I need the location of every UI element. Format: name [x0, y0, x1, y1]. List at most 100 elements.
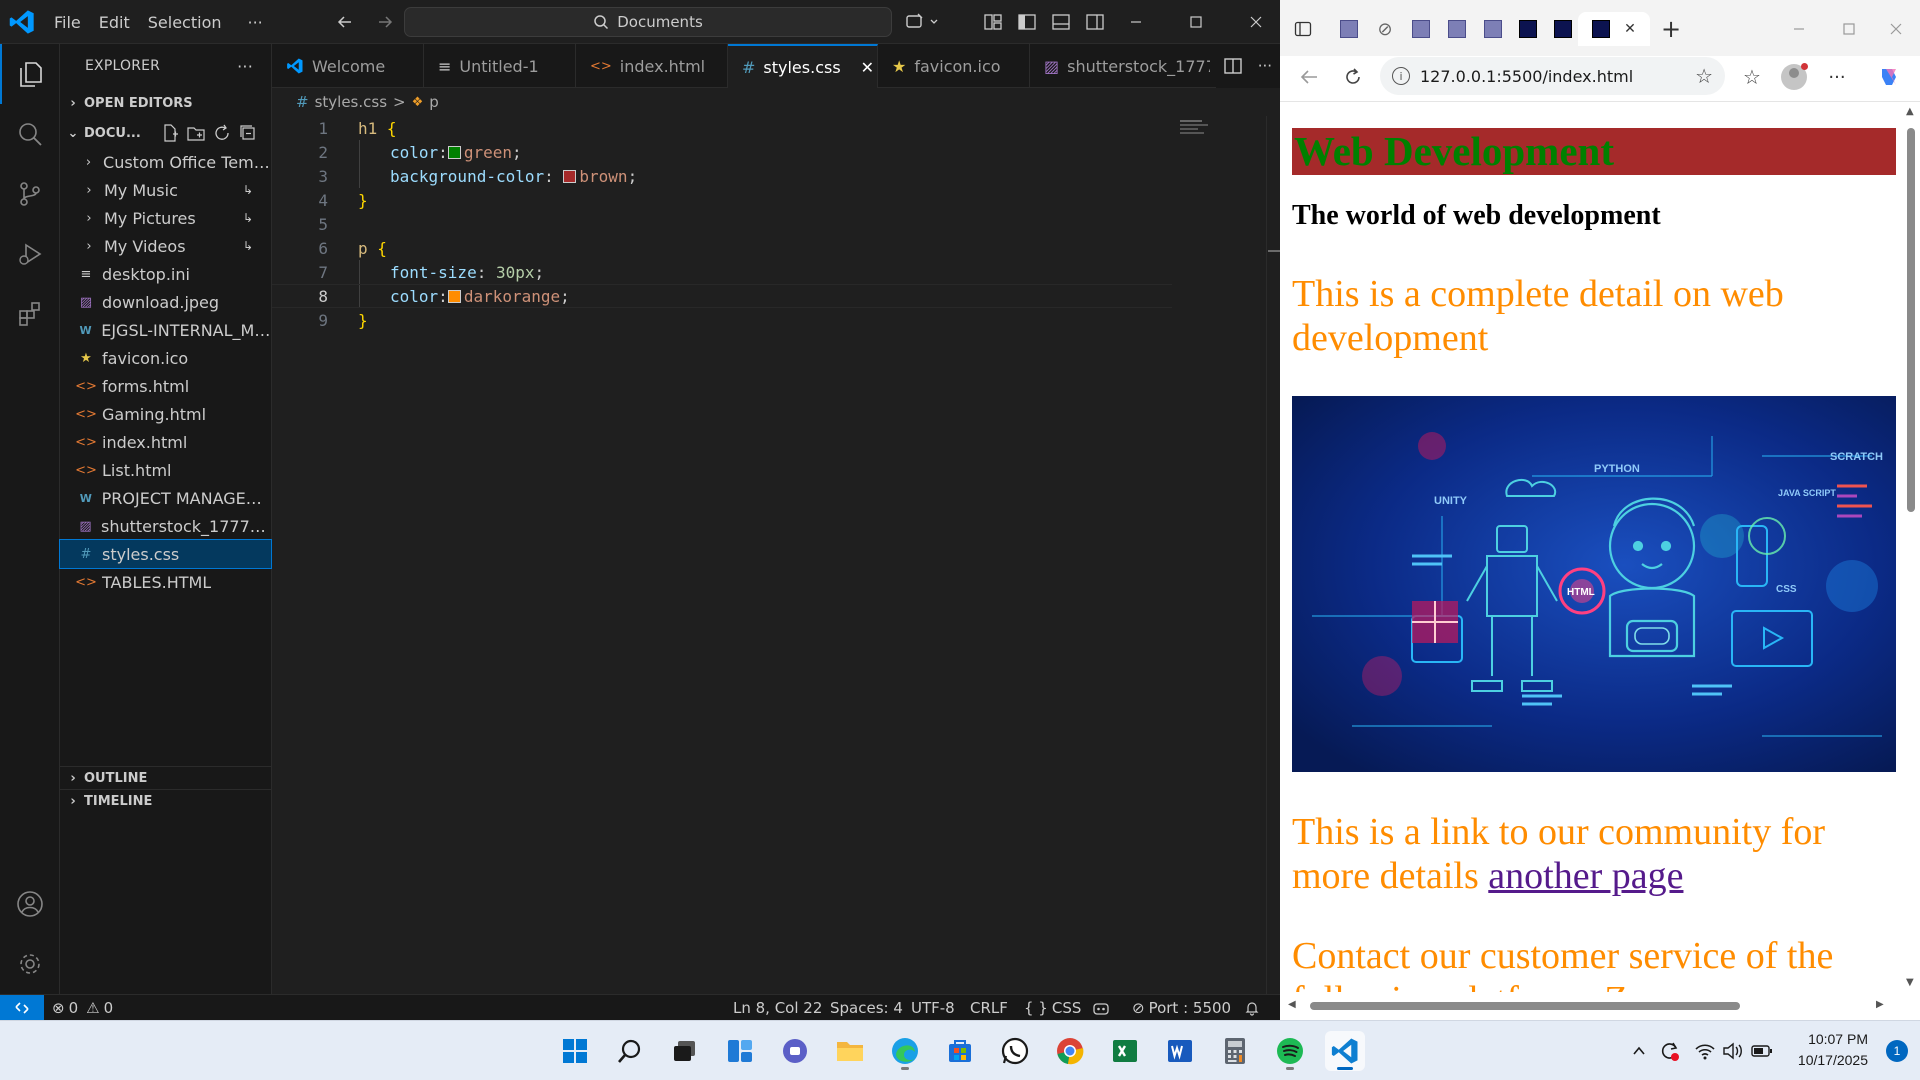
volume-icon[interactable]: [1718, 1031, 1748, 1071]
tab-untitled[interactable]: ≡ Untitled-1: [424, 44, 576, 88]
split-editor-icon[interactable]: [1224, 58, 1242, 74]
copilot-icon[interactable]: [1872, 60, 1906, 94]
forward-arrow-icon[interactable]: [368, 5, 402, 39]
scroll-up-icon[interactable]: ▲: [1906, 106, 1914, 117]
refresh-icon[interactable]: [213, 124, 231, 142]
tree-file[interactable]: <> List.html: [60, 456, 271, 484]
folder-section[interactable]: ⌄ DOCU...: [60, 118, 271, 148]
browser-tab-active[interactable]: ✕: [1578, 12, 1650, 46]
search-icon[interactable]: [610, 1031, 650, 1071]
tree-folder[interactable]: › My Music ↳: [60, 176, 271, 204]
live-server-port[interactable]: ⊘ Port : 5500: [1132, 995, 1231, 1021]
copilot-status-icon[interactable]: [1092, 995, 1110, 1021]
tree-file[interactable]: ≡ desktop.ini: [60, 260, 271, 288]
spotify-icon[interactable]: [1270, 1031, 1310, 1071]
back-arrow-icon[interactable]: [1292, 60, 1326, 94]
maximize-icon[interactable]: [1166, 0, 1226, 44]
show-hidden-icons-chevron-icon[interactable]: [1625, 1031, 1653, 1071]
tree-folder[interactable]: › Custom Office Templ...: [60, 148, 271, 176]
back-arrow-icon[interactable]: [328, 5, 362, 39]
scroll-down-icon[interactable]: ▼: [1906, 977, 1914, 988]
tab-close-icon[interactable]: ✕: [1624, 21, 1636, 37]
code-editor[interactable]: 1 h1 { 2 color: green; 3 background-color…: [272, 116, 1172, 716]
new-tab-icon[interactable]: +: [1654, 15, 1688, 43]
editor-scrollbar[interactable]: [1266, 116, 1280, 996]
search-icon[interactable]: [0, 104, 60, 164]
tab-welcome[interactable]: Welcome: [272, 44, 424, 88]
another-page-link[interactable]: another page: [1488, 855, 1683, 897]
close-icon[interactable]: [1226, 0, 1286, 44]
tree-folder[interactable]: › My Pictures ↳: [60, 204, 271, 232]
minimap[interactable]: [1180, 116, 1220, 146]
scrollbar-thumb[interactable]: [1310, 1002, 1740, 1010]
microsoft-store-icon[interactable]: [940, 1031, 980, 1071]
line-ending[interactable]: CRLF: [970, 995, 1008, 1021]
scrollbar-thumb[interactable]: [1907, 128, 1915, 512]
color-swatch-green[interactable]: [447, 145, 461, 159]
tree-file[interactable]: ▨ shutterstock_1777292...: [60, 512, 271, 540]
favorite-star-icon[interactable]: ☆: [1695, 64, 1713, 88]
tab-shutterstock[interactable]: ▨ shutterstock_17772: [1030, 44, 1210, 88]
run-debug-icon[interactable]: [0, 224, 60, 284]
browser-close-icon[interactable]: [1874, 15, 1918, 43]
browser-tab-page-icon[interactable]: [1406, 15, 1436, 43]
browser-tab-page-icon[interactable]: [1334, 15, 1364, 43]
encoding[interactable]: UTF-8: [911, 995, 955, 1021]
scroll-left-icon[interactable]: ◀: [1288, 999, 1296, 1010]
accounts-icon[interactable]: [0, 874, 60, 934]
edge-browser-icon[interactable]: [885, 1031, 925, 1071]
tree-file[interactable]: W PROJECT MANAGEM...: [60, 484, 271, 512]
battery-icon[interactable]: [1747, 1031, 1777, 1071]
chrome-icon[interactable]: [1050, 1031, 1090, 1071]
system-clock[interactable]: 10:07 PM 10/17/2025: [1798, 1029, 1868, 1071]
tab-favicon[interactable]: ★ favicon.ico: [878, 44, 1030, 88]
sync-alert-icon[interactable]: [1655, 1031, 1685, 1071]
minimize-icon[interactable]: [1106, 0, 1166, 44]
tab-styles-css[interactable]: # styles.css ✕: [728, 44, 878, 88]
browser-tab-page-icon[interactable]: [1548, 15, 1578, 43]
browser-tab-page-icon[interactable]: [1513, 15, 1543, 43]
settings-gear-icon[interactable]: [0, 934, 60, 994]
tree-file[interactable]: ▨ download.jpeg: [60, 288, 271, 316]
wifi-icon[interactable]: [1690, 1031, 1720, 1071]
tree-file[interactable]: <> Gaming.html: [60, 400, 271, 428]
open-editors-section[interactable]: › OPEN EDITORS: [60, 88, 271, 118]
new-file-icon[interactable]: [161, 124, 179, 142]
excel-icon[interactable]: [1105, 1031, 1145, 1071]
more-actions-icon[interactable]: ···: [1258, 57, 1272, 75]
notifications-bell-icon[interactable]: [1244, 995, 1260, 1021]
menu-edit[interactable]: Edit: [91, 7, 138, 37]
command-center[interactable]: Documents: [404, 7, 892, 37]
tab-close-icon[interactable]: ✕: [861, 58, 874, 77]
menu-file[interactable]: File: [46, 7, 89, 37]
tree-file[interactable]: <> index.html: [60, 428, 271, 456]
tree-file[interactable]: # styles.css: [59, 539, 272, 569]
tree-file[interactable]: W EJGSL-INTERNAL_ME...: [60, 316, 271, 344]
site-info-icon[interactable]: i: [1392, 67, 1410, 85]
profile-avatar-icon[interactable]: [1777, 60, 1811, 94]
browser-horizontal-scrollbar[interactable]: ◀ ▶: [1280, 992, 1920, 1020]
tree-file[interactable]: <> TABLES.HTML: [60, 568, 271, 596]
explorer-files-icon[interactable]: [0, 44, 60, 104]
tab-actions-icon[interactable]: [1288, 15, 1318, 43]
menu-more[interactable]: ···: [240, 7, 271, 37]
calculator-icon[interactable]: [1215, 1031, 1255, 1071]
color-swatch-brown[interactable]: [563, 169, 577, 183]
new-folder-icon[interactable]: [187, 124, 205, 142]
word-icon[interactable]: [1160, 1031, 1200, 1071]
browser-tab-page-icon[interactable]: [1442, 15, 1472, 43]
breadcrumb-symbol[interactable]: p: [429, 93, 439, 111]
whatsapp-icon[interactable]: [995, 1031, 1035, 1071]
browser-minimize-icon[interactable]: [1774, 15, 1824, 43]
extensions-icon[interactable]: [0, 284, 60, 344]
file-explorer-icon[interactable]: [830, 1031, 870, 1071]
tree-folder[interactable]: › My Videos ↳: [60, 232, 271, 260]
copilot-button[interactable]: [904, 0, 940, 44]
browser-tab-page-icon[interactable]: [1478, 15, 1508, 43]
explorer-more-button[interactable]: ···: [237, 57, 253, 76]
toggle-panel-icon[interactable]: [1044, 5, 1078, 39]
favorites-list-icon[interactable]: ☆: [1735, 60, 1769, 94]
scroll-right-icon[interactable]: ▶: [1876, 999, 1884, 1010]
color-swatch-darkorange[interactable]: [447, 289, 461, 303]
customize-layout-icon[interactable]: [976, 5, 1010, 39]
